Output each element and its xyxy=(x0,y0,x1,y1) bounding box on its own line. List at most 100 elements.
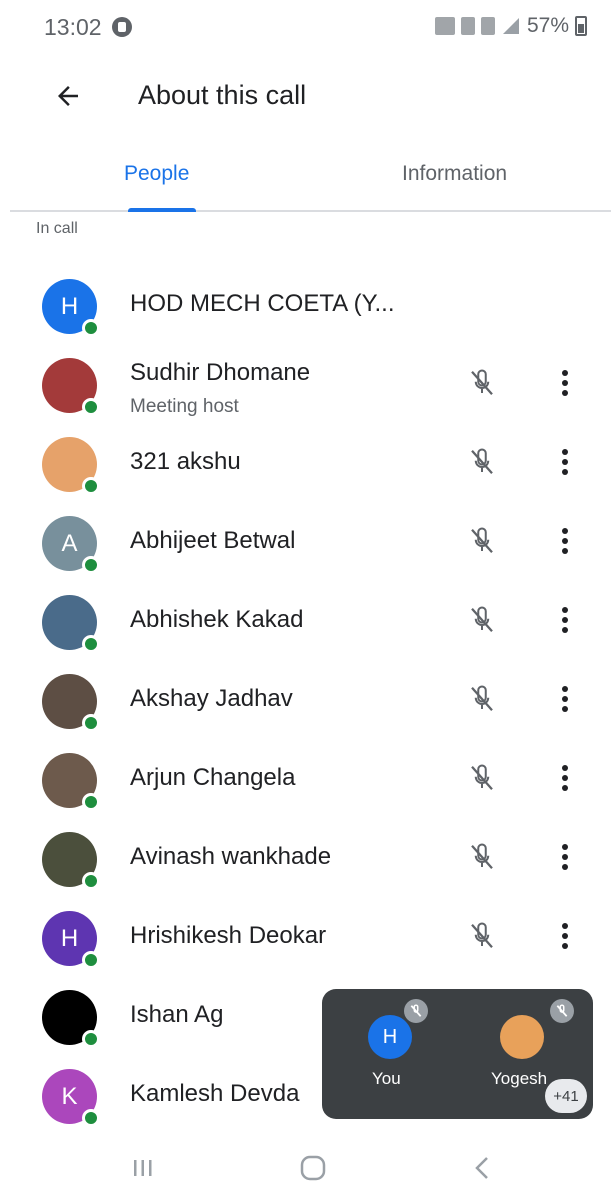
tab-bar: People Information xyxy=(10,140,611,212)
mic-off-icon xyxy=(471,685,493,711)
online-dot-icon xyxy=(82,556,100,574)
vibrate-icon xyxy=(434,17,455,35)
participant-row[interactable]: 321 akshu xyxy=(0,422,611,501)
battery-icon xyxy=(575,16,587,36)
online-dot-icon xyxy=(82,872,100,890)
avatar xyxy=(42,753,100,811)
mute-button[interactable] xyxy=(462,679,502,719)
mute-button[interactable] xyxy=(462,521,502,561)
more-options-button[interactable] xyxy=(548,758,582,798)
avatar: H xyxy=(42,911,100,969)
mute-button[interactable] xyxy=(462,600,502,640)
more-participants-badge[interactable]: +41 xyxy=(545,1079,587,1113)
avatar xyxy=(42,358,100,416)
more-options-button[interactable] xyxy=(548,521,582,561)
mic-off-icon xyxy=(471,843,493,869)
mic-off-icon xyxy=(471,764,493,790)
participant-row[interactable]: Akshay Jadhav xyxy=(0,659,611,738)
online-dot-icon xyxy=(82,951,100,969)
participant-name: Akshay Jadhav xyxy=(130,685,293,712)
back-button[interactable] xyxy=(46,74,90,118)
more-vert-icon xyxy=(562,686,568,712)
more-vert-icon xyxy=(562,449,568,475)
call-preview-card[interactable]: H You Yogesh +41 xyxy=(322,989,593,1119)
more-vert-icon xyxy=(562,370,568,396)
section-label-in-call: In call xyxy=(36,220,78,237)
participant-name: 321 akshu xyxy=(130,448,241,475)
recents-icon xyxy=(134,1160,152,1176)
arrow-left-icon xyxy=(58,86,78,106)
online-dot-icon xyxy=(82,319,100,337)
mute-button[interactable] xyxy=(462,363,502,403)
volte-icon xyxy=(460,17,475,35)
more-options-button[interactable] xyxy=(548,837,582,877)
more-vert-icon xyxy=(562,765,568,791)
tab-people[interactable]: People xyxy=(124,162,189,186)
more-options-button[interactable] xyxy=(548,363,582,403)
avatar xyxy=(42,595,100,653)
participant-name: Arjun Changela xyxy=(130,764,296,791)
pip-label: Yogesh xyxy=(491,1069,548,1088)
pip-mic-off-icon xyxy=(404,999,428,1023)
more-vert-icon xyxy=(562,844,568,870)
more-options-button[interactable] xyxy=(548,600,582,640)
avatar xyxy=(42,437,100,495)
mic-off-icon xyxy=(471,448,493,474)
system-nav-bar xyxy=(0,1140,611,1195)
mute-button[interactable] xyxy=(462,442,502,482)
pip-mic-off-icon xyxy=(550,999,574,1023)
pip-avatar xyxy=(500,1015,544,1059)
participant-name: Ishan Ag xyxy=(130,1001,224,1028)
app-bar: About this call xyxy=(0,60,611,132)
online-dot-icon xyxy=(82,793,100,811)
mic-off-icon xyxy=(471,606,493,632)
mic-off-icon xyxy=(471,922,493,948)
nav-back-icon xyxy=(475,1157,488,1179)
pip-avatar: H xyxy=(368,1015,412,1059)
participant-row[interactable]: A Abhijeet Betwal xyxy=(0,501,611,580)
status-icons: 57% xyxy=(434,14,587,38)
participant-row[interactable]: H Hrishikesh Deokar xyxy=(0,896,611,975)
participant-role: Meeting host xyxy=(130,396,239,417)
nav-back-button[interactable] xyxy=(458,1148,508,1188)
signal-icon xyxy=(502,18,519,34)
recents-button[interactable] xyxy=(118,1148,168,1188)
participant-name: Avinash wankhade xyxy=(130,843,332,870)
status-bar: 13:02 57% xyxy=(0,0,611,60)
mic-off-icon xyxy=(471,527,493,553)
avatar xyxy=(42,832,100,890)
online-dot-icon xyxy=(82,1030,100,1048)
tab-information[interactable]: Information xyxy=(402,162,507,186)
tab-indicator xyxy=(128,208,196,212)
avatar xyxy=(42,674,100,732)
mute-button[interactable] xyxy=(462,916,502,956)
more-vert-icon xyxy=(562,923,568,949)
participant-row[interactable]: H HOD MECH COETA (Y... xyxy=(0,264,611,343)
more-options-button[interactable] xyxy=(548,679,582,719)
online-dot-icon xyxy=(82,477,100,495)
participant-row[interactable]: Arjun Changela xyxy=(0,738,611,817)
online-dot-icon xyxy=(82,1109,100,1127)
participant-name: Abhishek Kakad xyxy=(130,606,304,633)
home-button[interactable] xyxy=(288,1148,338,1188)
participant-row[interactable]: Abhishek Kakad xyxy=(0,580,611,659)
online-dot-icon xyxy=(82,635,100,653)
mute-button[interactable] xyxy=(462,837,502,877)
participant-name: Hrishikesh Deokar xyxy=(130,922,327,949)
more-options-button[interactable] xyxy=(548,442,582,482)
pip-tile-you[interactable]: H You xyxy=(364,999,428,1105)
page-title: About this call xyxy=(138,80,307,110)
avatar: H xyxy=(42,279,100,337)
mute-button[interactable] xyxy=(462,758,502,798)
online-dot-icon xyxy=(82,398,100,416)
participant-name: Kamlesh Devda xyxy=(130,1080,300,1107)
participant-row[interactable]: Sudhir Dhomane Meeting host xyxy=(0,343,611,422)
home-icon xyxy=(300,1155,326,1181)
participant-name: Abhijeet Betwal xyxy=(130,527,296,554)
mic-off-icon xyxy=(471,369,493,395)
participant-name: HOD MECH COETA (Y... xyxy=(130,290,395,317)
participant-row[interactable]: Avinash wankhade xyxy=(0,817,611,896)
avatar xyxy=(42,990,100,1048)
status-time: 13:02 xyxy=(44,14,102,40)
more-options-button[interactable] xyxy=(548,916,582,956)
